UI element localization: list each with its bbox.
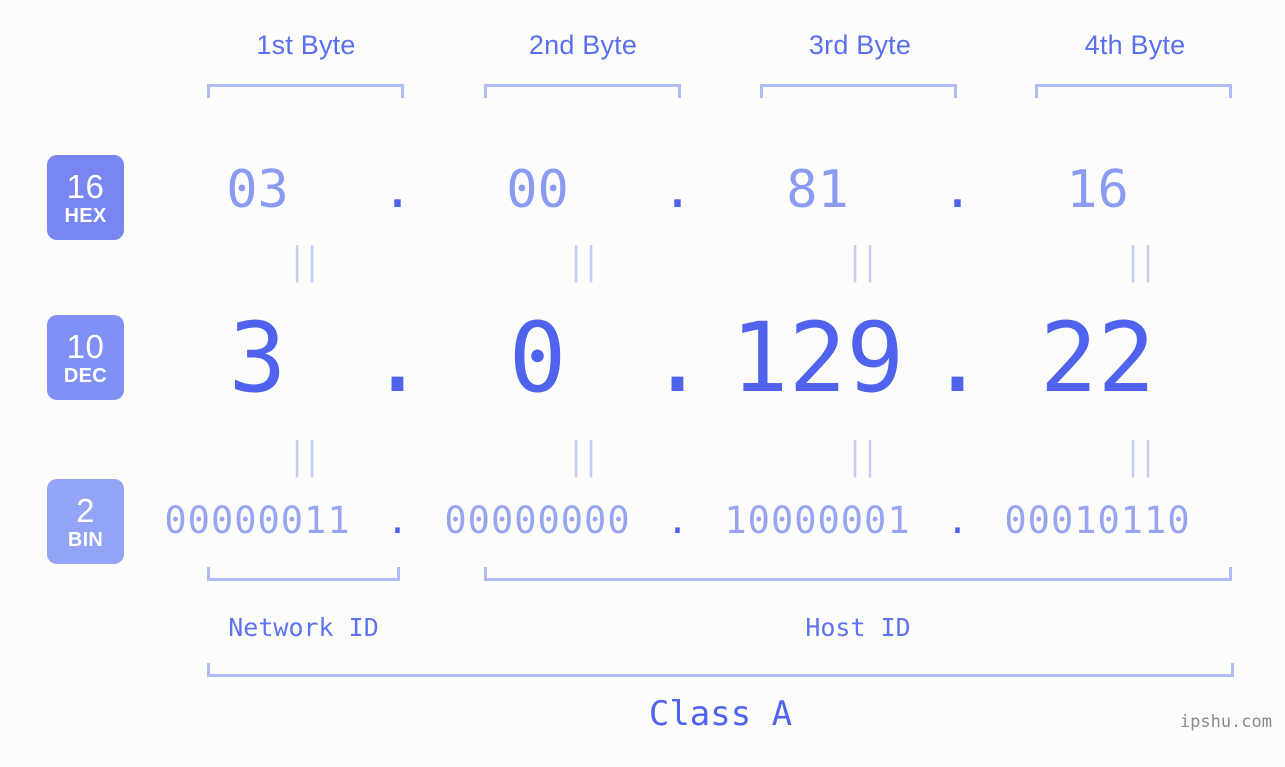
network-id-label: Network ID [228, 613, 379, 642]
hex-separator-3: . [941, 160, 974, 220]
byte-header-label-3: 3rd Byte [808, 30, 912, 60]
equals-glyph-dec-bin-1: || [288, 434, 321, 479]
base-badge-hex-number: 16 [66, 167, 105, 205]
base-badge-dec-number: 10 [66, 327, 105, 365]
equals-glyph-hex-dec-1: || [288, 239, 321, 284]
class-bracket [207, 663, 1234, 677]
byte-header-label-1: 1st Byte [256, 30, 356, 60]
binary-octet-2: 00000000 [444, 498, 631, 542]
equals-glyph-dec-bin-2: || [567, 434, 600, 479]
class-label: Class A [648, 694, 793, 734]
base-badge-dec-unit: DEC [63, 364, 108, 387]
decimal-separator-3: . [928, 301, 987, 414]
hex-octet-2: 00 [506, 160, 569, 220]
hex-value-row: 03 . 00 . 81 . 16 [150, 150, 1285, 230]
base-badge-hex-unit: HEX [64, 204, 107, 227]
equals-glyph-hex-dec-4: || [1124, 239, 1157, 284]
site-watermark: ipshu.com [1179, 712, 1272, 732]
byte-bracket-top-4 [1035, 84, 1232, 98]
network-id-bracket-top [207, 567, 400, 581]
base-badge-hex: 16 HEX [47, 155, 124, 240]
hex-octet-3: 81 [786, 160, 849, 220]
base-badge-dec: 10 DEC [47, 315, 124, 400]
equals-glyph-dec-bin-3: || [846, 434, 879, 479]
ip-address-breakdown-diagram: 1st Byte 2nd Byte 3rd Byte 4th Byte 16 H… [0, 0, 1285, 767]
binary-octet-4: 00010110 [1004, 498, 1191, 542]
equals-glyph-hex-dec-2: || [567, 239, 600, 284]
decimal-octet-4: 22 [1039, 301, 1156, 414]
binary-separator-2: . [666, 498, 689, 542]
byte-header-label-2: 2nd Byte [528, 30, 638, 60]
binary-separator-3: . [946, 498, 969, 542]
byte-bracket-top-2 [484, 84, 681, 98]
hex-separator-2: . [661, 160, 694, 220]
binary-value-row: 00000011 . 00000000 . 10000001 . 0001011… [150, 490, 1285, 550]
equals-glyph-hex-dec-3: || [846, 239, 879, 284]
base-badge-bin-unit: BIN [67, 528, 104, 551]
binary-octet-1: 00000011 [164, 498, 351, 542]
host-id-bracket-top [484, 567, 1232, 581]
equals-glyph-dec-bin-4: || [1124, 434, 1157, 479]
byte-bracket-top-3 [760, 84, 957, 98]
decimal-value-row: 3 . 0 . 129 . 22 [150, 300, 1285, 415]
decimal-separator-2: . [648, 301, 707, 414]
decimal-octet-1: 3 [228, 301, 287, 414]
decimal-octet-3: 129 [730, 301, 905, 414]
decimal-octet-2: 0 [508, 301, 567, 414]
hex-octet-4: 16 [1066, 160, 1129, 220]
base-badge-bin: 2 BIN [47, 479, 124, 564]
hex-separator-1: . [381, 160, 414, 220]
binary-separator-1: . [386, 498, 409, 542]
host-id-label: Host ID [805, 613, 911, 642]
base-badge-bin-number: 2 [76, 491, 95, 529]
byte-bracket-top-1 [207, 84, 404, 98]
byte-header-label-4: 4th Byte [1084, 30, 1186, 60]
decimal-separator-1: . [368, 301, 427, 414]
hex-octet-1: 03 [226, 160, 289, 220]
binary-octet-3: 10000001 [724, 498, 911, 542]
